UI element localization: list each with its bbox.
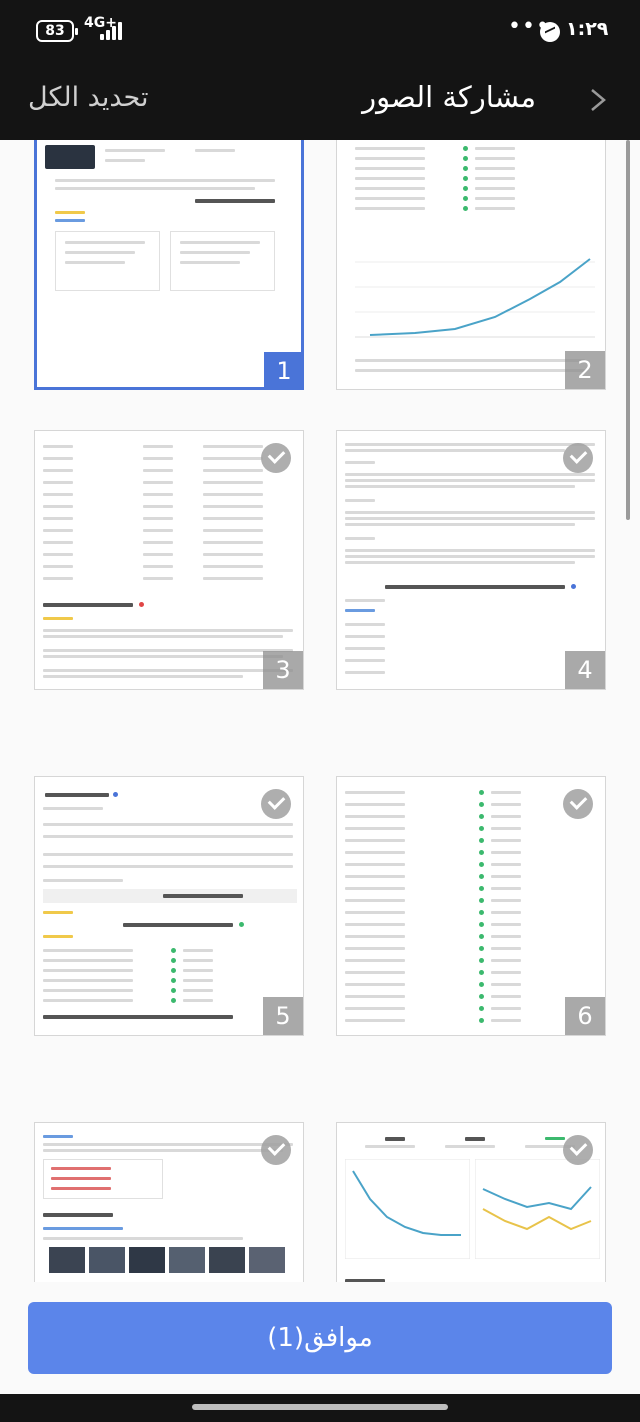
- photo-thumbnail-2[interactable]: 2: [336, 140, 606, 390]
- photo-index-badge: 1: [264, 352, 301, 387]
- photo-index-badge: 3: [263, 651, 303, 689]
- price-chart-preview: [345, 1159, 470, 1259]
- document-preview: [345, 140, 597, 383]
- document-preview: [43, 783, 297, 1029]
- photo-thumbnail-4[interactable]: 4: [336, 430, 606, 690]
- back-chevron-icon[interactable]: [586, 88, 610, 112]
- photo-thumbnail-7[interactable]: [34, 1122, 304, 1282]
- photo-thumbnail-6[interactable]: 6: [336, 776, 606, 1036]
- home-indicator: [0, 1394, 640, 1422]
- select-check-icon[interactable]: [261, 443, 291, 473]
- trend-chart-preview: [355, 237, 595, 347]
- battery-icon: 83: [36, 20, 78, 42]
- page-title: مشاركة الصور: [362, 80, 536, 114]
- document-preview: [43, 437, 295, 683]
- scrollbar[interactable]: [626, 140, 630, 520]
- photo-grid: 1 2 3 4 5 6: [0, 140, 640, 1282]
- select-all-button[interactable]: تحديد الكل: [28, 82, 148, 113]
- document-preview: [345, 783, 597, 1029]
- signal-icon: [100, 20, 124, 40]
- document-preview: [43, 1129, 295, 1282]
- document-preview: [345, 1129, 600, 1282]
- select-check-icon[interactable]: [563, 1135, 593, 1165]
- photo-thumbnail-3[interactable]: 3: [34, 430, 304, 690]
- messenger-icon: [540, 22, 560, 42]
- photo-thumbnail-5[interactable]: 5: [34, 776, 304, 1036]
- bottom-bar: موافق(1): [0, 1282, 640, 1422]
- document-preview: [45, 140, 293, 381]
- select-check-icon[interactable]: [563, 443, 593, 473]
- price-compare-chart-preview: [475, 1159, 600, 1259]
- document-preview: [345, 437, 597, 683]
- clock: ١:٢٩: [566, 18, 609, 40]
- select-check-icon[interactable]: [261, 789, 291, 819]
- app-header: تحديد الكل مشاركة الصور: [0, 64, 640, 140]
- ok-button[interactable]: موافق(1): [28, 1302, 612, 1374]
- photo-thumbnail-1[interactable]: 1: [34, 140, 304, 390]
- select-check-icon[interactable]: [563, 789, 593, 819]
- select-check-icon[interactable]: [261, 1135, 291, 1165]
- status-bar: 83 4G+ ••• ١:٢٩: [0, 0, 640, 64]
- photo-index-badge: 5: [263, 997, 303, 1035]
- photo-index-badge: 4: [565, 651, 605, 689]
- photo-index-badge: 2: [565, 351, 605, 389]
- photo-index-badge: 6: [565, 997, 605, 1035]
- photo-thumbnail-8[interactable]: [336, 1122, 606, 1282]
